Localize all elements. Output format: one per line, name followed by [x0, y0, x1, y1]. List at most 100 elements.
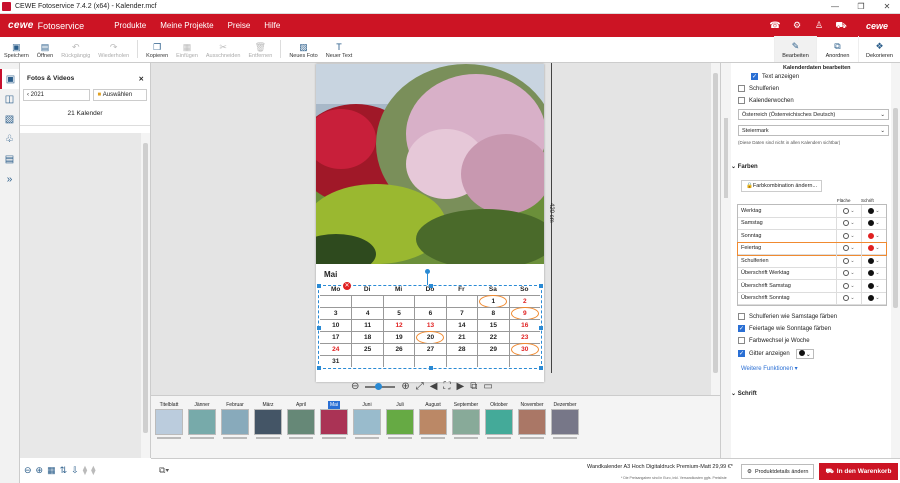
grid-color-picker[interactable]: ⌄ [795, 348, 814, 359]
color-row[interactable]: Überschrift Samstag ⌄ ⌄ [738, 280, 886, 293]
minimize-icon[interactable]: — [822, 2, 848, 11]
close-icon[interactable]: ✕ [874, 2, 900, 11]
thumb-2[interactable]: Februar [220, 401, 250, 458]
thumb-10[interactable]: Oktober [484, 401, 514, 458]
thumb-9[interactable]: September [451, 401, 481, 458]
add-to-cart-button[interactable]: ⛟ In den Warenkorb [819, 463, 898, 480]
tab-anordnen[interactable]: ⧉ Anordnen [816, 36, 858, 62]
rotate-handle[interactable] [425, 269, 430, 274]
font-color-picker[interactable]: ⌄ [861, 267, 886, 279]
calendar-page[interactable]: Mai Mo Di Mi Do Fr Sa So 1 2 3 4 5 6 7 8 9 10 11 12 13 14 15… [316, 64, 544, 382]
save-button[interactable]: ▣ Speichern [0, 42, 33, 62]
photos-scrollbar[interactable] [141, 133, 150, 458]
expand-nav-icon[interactable]: » [0, 169, 19, 189]
import-icon[interactable]: ⇩ [71, 465, 79, 476]
thumb-1[interactable]: Jänner [187, 401, 217, 458]
zoom-out-icon[interactable]: ⊖ [24, 465, 32, 476]
fill-color-picker[interactable]: ⌄ [836, 292, 861, 304]
cliparts-nav-icon[interactable]: ♧ [0, 129, 19, 149]
fill-color-picker[interactable]: ⌄ [836, 205, 861, 217]
tab-dekorieren[interactable]: ❖ Dekorieren [858, 36, 900, 62]
backgrounds-nav-icon[interactable]: ▧ [0, 109, 19, 129]
new-photo-button[interactable]: ▨ Neues Foto [285, 42, 321, 62]
open-button[interactable]: ▤ Öffnen [33, 42, 57, 62]
zoom-slider[interactable] [365, 382, 396, 390]
zoom-in-icon[interactable]: ⊕ [36, 465, 44, 476]
color-row[interactable]: Samstag ⌄ ⌄ [738, 217, 886, 230]
year-select[interactable]: ‹ 2021 [23, 89, 91, 101]
more-functions-link[interactable]: Weitere Funktionen ▾ [741, 365, 798, 372]
close-panel-icon[interactable]: ✕ [139, 75, 144, 83]
thumb-5[interactable]: Mai [319, 401, 349, 458]
font-color-picker[interactable]: ⌄ [861, 255, 886, 267]
redo-button[interactable]: ↷ Wiederholen [94, 42, 133, 62]
paste-button[interactable]: ▦ Einfügen [172, 42, 202, 62]
schulferien-samstag-checkbox[interactable]: Schulferien wie Samstage färben [738, 311, 837, 322]
fill-color-picker[interactable]: ⌄ [836, 280, 861, 292]
zoom-in-icon[interactable]: ⊕ [401, 381, 409, 392]
thumb-8[interactable]: August [418, 401, 448, 458]
menu-preise[interactable]: Preise [228, 21, 251, 30]
select-button[interactable]: ■ Auswählen [93, 89, 147, 101]
thumb-7[interactable]: Juli [385, 401, 415, 458]
color-combination-button[interactable]: 🔒 Farbkombination ändern... [741, 180, 823, 192]
phone-icon[interactable]: ☎ [764, 20, 786, 31]
menu-hilfe[interactable]: Hilfe [264, 21, 280, 30]
kalenderwochen-checkbox[interactable]: Kalenderwochen [738, 95, 794, 106]
fit-page-icon[interactable]: ⤢ [416, 381, 424, 392]
font-color-picker[interactable]: ⌄ [861, 292, 886, 304]
color-row[interactable]: Überschrift Sonntag ⌄ ⌄ [738, 292, 886, 305]
farbwechsel-checkbox[interactable]: Farbwechsel je Woche [738, 335, 810, 346]
menu-meine-projekte[interactable]: Meine Projekte [160, 21, 213, 30]
font-color-picker[interactable]: ⌄ [861, 242, 886, 254]
fill-color-picker[interactable]: ⌄ [836, 242, 861, 254]
delete-element-icon[interactable]: ✕ [343, 282, 351, 290]
gear-icon[interactable]: ⚙ [786, 20, 808, 31]
grid-icon[interactable]: ▦ [47, 465, 56, 476]
settings-icon[interactable]: ⧫ [91, 465, 95, 476]
fill-color-picker[interactable]: ⌄ [836, 230, 861, 242]
fullscreen-icon[interactable]: ⛶ [443, 381, 450, 392]
preview-icon[interactable]: ▭ [483, 381, 492, 392]
zoom-out-icon[interactable]: ⊖ [351, 381, 359, 392]
canvas-scrollbar[interactable] [711, 63, 720, 395]
thumb-6[interactable]: Juni [352, 401, 382, 458]
schulferien-checkbox[interactable]: Schulferien [738, 83, 779, 94]
color-row[interactable]: Feiertag ⌄ ⌄ [737, 241, 887, 256]
color-row[interactable]: Werktag ⌄ ⌄ [738, 205, 886, 218]
next-page-icon[interactable]: ▶ [456, 381, 464, 392]
frames-nav-icon[interactable]: ▤ [0, 149, 19, 169]
layout-toggle-icon[interactable]: ⧉▾ [159, 465, 169, 476]
calendar-count[interactable]: 21 Kalender [20, 101, 150, 126]
layouts-nav-icon[interactable]: ◫ [0, 89, 19, 109]
user-icon[interactable]: ♙ [808, 20, 830, 31]
prev-page-icon[interactable]: ◀ [430, 381, 438, 392]
thumb-4[interactable]: April [286, 401, 316, 458]
new-text-button[interactable]: T Neuer Text [322, 42, 357, 62]
delete-button[interactable]: 🗑 Entfernen [244, 42, 276, 62]
font-color-picker[interactable]: ⌄ [861, 230, 886, 242]
color-row[interactable]: Überschrift Werktag ⌄ ⌄ [738, 267, 886, 280]
color-row[interactable]: Sonntag ⌄ ⌄ [738, 230, 886, 243]
region-select[interactable]: Steiermark ⌄ [738, 125, 889, 136]
fill-color-picker[interactable]: ⌄ [836, 217, 861, 229]
undo-button[interactable]: ↶ Rückgängig [57, 42, 94, 62]
photos-nav-icon[interactable]: ▣ [0, 69, 19, 89]
thumb-12[interactable]: Dezember [550, 401, 580, 458]
cut-button[interactable]: ✂ Ausschneiden [202, 42, 245, 62]
country-select[interactable]: Österreich (Österreichisches Deutsch) ⌄ [738, 109, 889, 120]
calendar-photo[interactable] [316, 64, 544, 264]
product-details-button[interactable]: ⚙ Produktdetails ändern [741, 464, 815, 479]
fill-color-picker[interactable]: ⌄ [836, 267, 861, 279]
filter-icon[interactable]: ⧫ [83, 465, 87, 476]
thumb-11[interactable]: November [517, 401, 547, 458]
selection-frame[interactable] [317, 284, 543, 370]
panel-left-scrollbar[interactable] [721, 63, 731, 458]
thumb-0[interactable]: Titelblatt [154, 401, 184, 458]
font-color-picker[interactable]: ⌄ [861, 205, 886, 217]
gitter-checkbox[interactable]: ✓ Gitter anzeigen ⌄ [738, 348, 814, 359]
panel-scrollbar[interactable] [891, 63, 900, 458]
farben-heading[interactable]: ⌄ Farben [731, 163, 758, 170]
menu-produkte[interactable]: Produkte [114, 21, 146, 30]
maximize-icon[interactable]: ❐ [848, 2, 874, 11]
